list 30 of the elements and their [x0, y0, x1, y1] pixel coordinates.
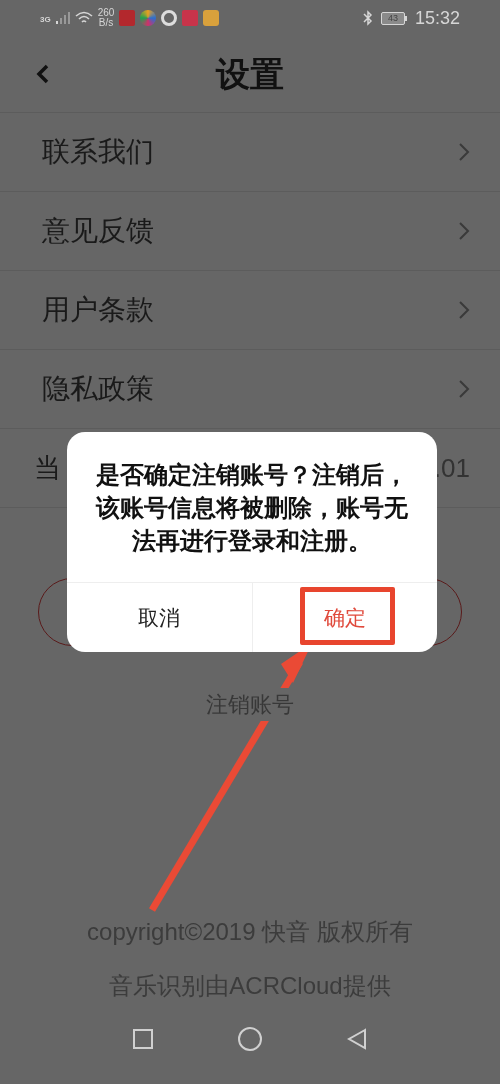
settings-row[interactable]: 意见反馈 [0, 192, 500, 271]
bluetooth-icon [362, 10, 373, 26]
cancel-button[interactable]: 取消 [138, 601, 181, 634]
clock: 15:32 [414, 6, 460, 30]
chevron-icon [458, 379, 470, 399]
home-button[interactable] [238, 1027, 262, 1051]
battery-level: 43 [387, 13, 398, 23]
chevron-icon [458, 221, 470, 241]
speed-unit: B/s [98, 18, 114, 28]
wifi-icon [74, 11, 93, 25]
signal-icon [55, 12, 70, 24]
app-notification-icon [140, 10, 157, 26]
network-label: 3G [40, 16, 51, 24]
settings-row[interactable]: 用户条款 [0, 271, 500, 350]
recents-button[interactable] [133, 1029, 153, 1049]
dialog-message: 是否确定注销账号？注销后，该账号信息将被删除，账号无法再进行登录和注册。 [94, 460, 409, 556]
chevron-icon [458, 142, 470, 162]
chevron-icon [458, 300, 470, 320]
confirm-button[interactable]: 确定 [323, 601, 366, 634]
page-title: 设置 [216, 53, 284, 95]
back-icon [36, 63, 50, 85]
app-notification-icon [182, 10, 199, 26]
settings-row[interactable]: 联系我们 [0, 113, 500, 192]
app-notification-icon [119, 10, 136, 26]
version-label: 当 [34, 451, 61, 485]
app-notification-icon [203, 10, 220, 26]
app-notification-icon [161, 10, 178, 26]
speed-value: 260 [97, 8, 115, 18]
settings-row[interactable]: 隐私政策 [0, 350, 500, 429]
back-nav-button[interactable] [347, 1028, 367, 1050]
